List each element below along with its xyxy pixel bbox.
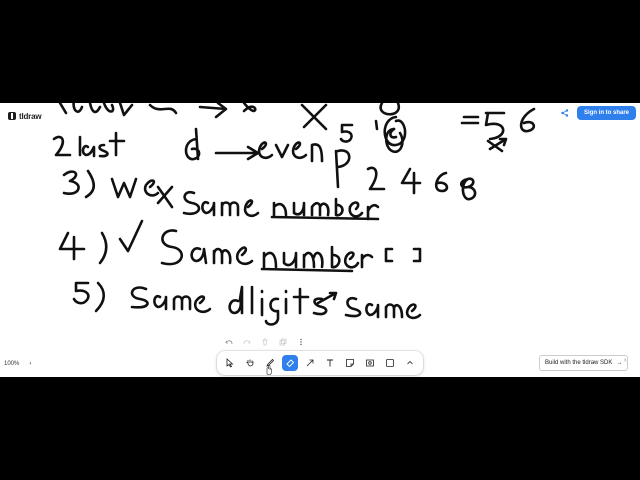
rectangle-icon[interactable] <box>382 355 398 371</box>
handwriting-line-4 <box>58 219 422 273</box>
chevron-right-icon[interactable]: › <box>29 361 31 367</box>
hand-icon[interactable] <box>242 355 258 371</box>
right-notes <box>339 107 536 153</box>
action-bar <box>223 335 307 349</box>
app-window: tldraw Sign in to share 100% › Build wit… <box>0 103 640 377</box>
duplicate-icon[interactable] <box>277 336 289 348</box>
redo-icon[interactable] <box>241 336 253 348</box>
app-logo-text: tldraw <box>19 111 42 121</box>
eraser-icon[interactable] <box>282 355 298 371</box>
zoom-level[interactable]: 100% <box>4 361 19 367</box>
tldraw-logo-icon <box>8 112 16 120</box>
zoom-controls: 100% › <box>4 361 31 367</box>
sdk-link[interactable]: Build with the tldraw SDK → <box>539 355 629 371</box>
sign-in-button[interactable]: Sign in to share <box>576 106 636 120</box>
delete-icon[interactable] <box>259 336 271 348</box>
text-icon[interactable] <box>322 355 338 371</box>
arrow-icon[interactable] <box>302 355 318 371</box>
sdk-label: Build with the tldraw SDK <box>545 360 613 366</box>
close-icon[interactable]: › <box>624 357 626 364</box>
share-icon[interactable] <box>559 107 571 119</box>
tool-bar <box>217 351 423 375</box>
app-menu[interactable]: tldraw <box>4 108 46 124</box>
handwriting-line-3 <box>62 166 477 221</box>
drawing-canvas[interactable] <box>0 103 640 377</box>
note-icon[interactable] <box>342 355 358 371</box>
handwriting-line-5 <box>72 281 422 326</box>
more-icon[interactable] <box>295 336 307 348</box>
top-right-controls: Sign in to share <box>559 106 636 120</box>
image-icon[interactable] <box>362 355 378 371</box>
select-icon[interactable] <box>222 355 238 371</box>
chevron-up-icon[interactable] <box>402 355 418 371</box>
arrow-right-icon: → <box>616 360 623 366</box>
mouse-cursor-icon <box>266 365 272 375</box>
undo-icon[interactable] <box>223 336 235 348</box>
